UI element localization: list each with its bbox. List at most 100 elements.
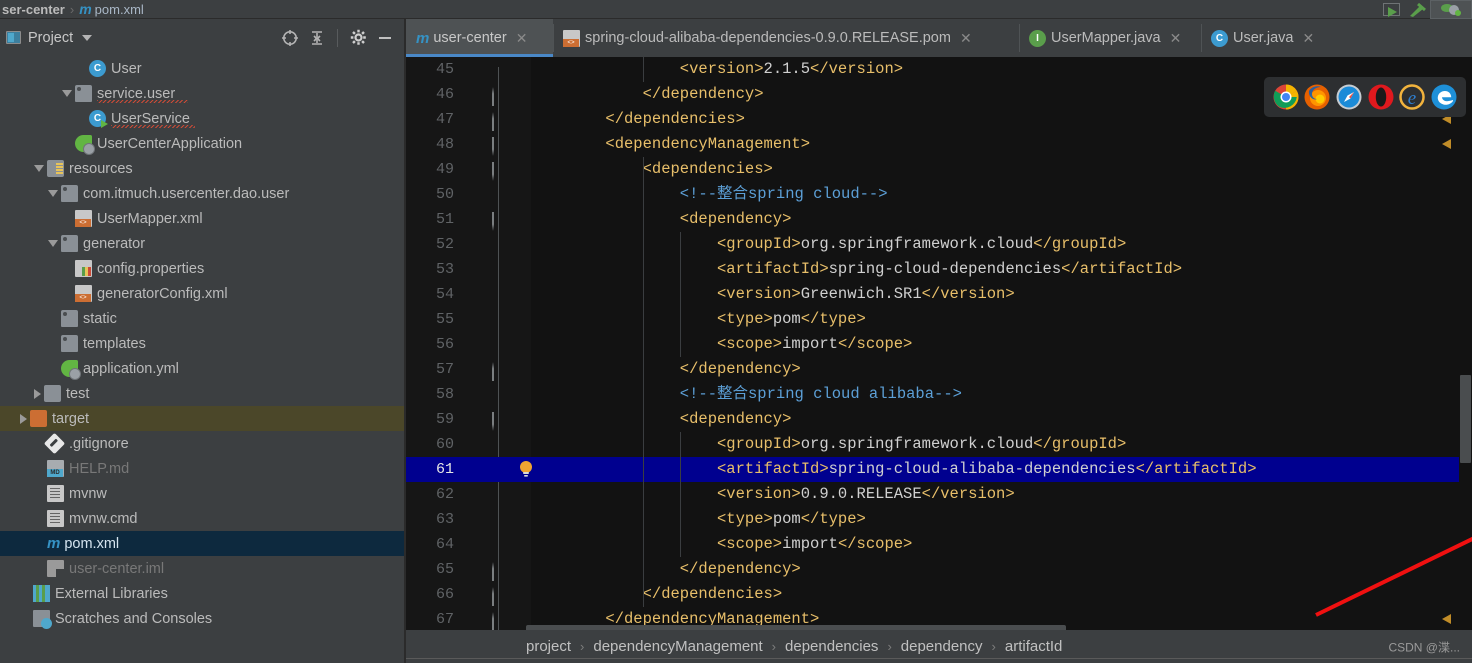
run-icon[interactable] <box>1378 0 1404 19</box>
intention-bulb-icon[interactable] <box>518 460 534 478</box>
tree-item-resources[interactable]: resources <box>0 156 405 181</box>
fold-toggle-65[interactable] <box>492 562 506 581</box>
chevron-down-icon[interactable] <box>48 240 58 247</box>
code-line-51[interactable]: 51 <dependency> <box>406 207 1472 232</box>
code-line-57[interactable]: 57 </dependency> <box>406 357 1472 382</box>
tree-item-mvnw-cmd[interactable]: mvnw.cmd <box>0 506 405 531</box>
chevron-right-icon[interactable] <box>34 388 41 399</box>
markdown-file-icon <box>47 460 64 477</box>
tree-item-help-md[interactable]: HELP.md <box>0 456 405 481</box>
tree-item-scratches-and-consoles[interactable]: Scratches and Consoles <box>0 606 405 631</box>
fold-toggle-51[interactable] <box>492 212 506 231</box>
editor-tab-usermapper-java[interactable]: I UserMapper.java ✕ <box>1019 19 1201 57</box>
minimize-icon[interactable] <box>373 26 397 50</box>
breadcrumb-item-dependencymanagement[interactable]: dependencyManagement <box>593 638 762 655</box>
breadcrumb-item-dependency[interactable]: dependency <box>901 638 983 655</box>
safari-icon[interactable] <box>1336 84 1362 110</box>
code-line-60[interactable]: 60 <groupId>org.springframework.cloud</gr… <box>406 432 1472 457</box>
fold-toggle-66[interactable] <box>492 587 506 606</box>
close-icon[interactable]: ✕ <box>960 31 972 45</box>
code-line-59[interactable]: 59 <dependency> <box>406 407 1472 432</box>
breadcrumb-item-project[interactable]: project <box>526 638 571 655</box>
line-number: 54 <box>435 286 454 303</box>
breadcrumb-item-artifactid[interactable]: artifactId <box>1005 638 1063 655</box>
tree-item-service-user[interactable]: service.user <box>0 81 405 106</box>
breadcrumb-item-dependencies[interactable]: dependencies <box>785 638 878 655</box>
tree-item-config-properties[interactable]: config.properties <box>0 256 405 281</box>
code-line-49[interactable]: 49 <dependencies> <box>406 157 1472 182</box>
chrome-icon[interactable] <box>1273 84 1299 110</box>
fold-toggle-57[interactable] <box>492 362 506 381</box>
tree-item-user[interactable]: C User <box>0 56 405 81</box>
code-editor[interactable]: 45 <version>2.1.5</version> 46 </dependency… <box>406 57 1472 630</box>
code-line-52[interactable]: 52 <groupId>org.springframework.cloud</gr… <box>406 232 1472 257</box>
tree-item-static[interactable]: static <box>0 306 405 331</box>
tree-item-templates[interactable]: templates <box>0 331 405 356</box>
tree-item-external-libraries[interactable]: External Libraries <box>0 581 405 606</box>
tree-item-generatorconfig-xml[interactable]: generatorConfig.xml <box>0 281 405 306</box>
code-line-55[interactable]: 55 <type>pom</type> <box>406 307 1472 332</box>
package-icon <box>61 310 78 327</box>
code-text: </dependency> <box>642 85 764 103</box>
code-line-54[interactable]: 54 <version>Greenwich.SR1</version> <box>406 282 1472 307</box>
editor-scroll-thumb[interactable] <box>1460 375 1471 463</box>
tree-item-pom-xml[interactable]: m pom.xml <box>0 531 405 556</box>
tree-item-gitignore[interactable]: .gitignore <box>0 431 405 456</box>
chevron-down-icon[interactable] <box>82 34 93 41</box>
package-icon <box>61 185 78 202</box>
editor-tab-user-center[interactable]: m user-center ✕ <box>406 19 553 57</box>
fold-toggle-47[interactable] <box>492 112 506 131</box>
code-line-53[interactable]: 53 <artifactId>spring-cloud-dependencies<… <box>406 257 1472 282</box>
close-icon[interactable]: ✕ <box>1170 31 1182 45</box>
fold-toggle-46[interactable] <box>492 87 506 106</box>
editor-tab-user-java[interactable]: C User.java ✕ <box>1201 19 1325 57</box>
target-folder-icon <box>30 410 47 427</box>
tree-item-mvnw[interactable]: mvnw <box>0 481 405 506</box>
fold-toggle-49[interactable] <box>492 162 506 181</box>
tree-item-user-center-iml[interactable]: user-center.iml <box>0 556 405 581</box>
tree-item-test[interactable]: test <box>0 381 405 406</box>
tree-item-target[interactable]: target <box>0 406 405 431</box>
tree-item-com-itmuch-usercenter-dao-user[interactable]: com.itmuch.usercenter.dao.user <box>0 181 405 206</box>
tree-item-usermapper-xml[interactable]: UserMapper.xml <box>0 206 405 231</box>
gear-icon[interactable] <box>346 26 370 50</box>
code-line-61[interactable]: 61 <artifactId>spring-cloud-alibaba-depen… <box>406 457 1472 482</box>
code-line-48[interactable]: 48 <dependencyManagement> <box>406 132 1472 157</box>
fold-toggle-48[interactable] <box>492 137 506 156</box>
editor-tab-label: User.java <box>1233 30 1294 46</box>
close-icon[interactable]: ✕ <box>516 31 528 45</box>
fold-toggle-59[interactable] <box>492 412 506 431</box>
locate-icon[interactable] <box>278 26 302 50</box>
breadcrumb-separator: › <box>580 639 585 654</box>
editor-tab-bar[interactable]: muser-center ✕ spring-cloud-alibaba-depend… <box>406 19 1472 57</box>
code-text: <artifactId>spring-cloud-dependencies</a… <box>717 260 1183 278</box>
tree-item-generator[interactable]: generator <box>0 231 405 256</box>
chevron-down-icon[interactable] <box>34 165 44 172</box>
tree-item-label: UserMapper.xml <box>97 210 203 227</box>
opera-icon[interactable] <box>1368 84 1394 110</box>
collapse-all-icon[interactable] <box>305 26 329 50</box>
tree-item-application-yml[interactable]: application.yml <box>0 356 405 381</box>
code-line-58[interactable]: 58 <!--整合spring cloud alibaba--> <box>406 382 1472 407</box>
code-line-50[interactable]: 50 <!--整合spring cloud--> <box>406 182 1472 207</box>
project-tree[interactable]: C User service.user C UserService UserCenterA… <box>0 56 405 663</box>
edge-icon[interactable] <box>1431 84 1457 110</box>
tree-item-usercenterapplication[interactable]: UserCenterApplication <box>0 131 405 156</box>
firefox-icon[interactable] <box>1304 84 1330 110</box>
chevron-down-icon[interactable] <box>48 190 58 197</box>
fold-toggle-67[interactable] <box>492 612 506 630</box>
line-number: 45 <box>435 61 454 78</box>
tree-item-userservice[interactable]: C UserService <box>0 106 405 131</box>
close-icon[interactable]: ✕ <box>1302 31 1314 45</box>
maven-file-icon: m <box>79 1 91 17</box>
maven-icon[interactable] <box>1430 0 1472 19</box>
editor-tab-label: UserMapper.java <box>1051 30 1161 46</box>
chevron-down-icon[interactable] <box>62 90 72 97</box>
editor-tab-spring-cloud-alibaba-dependencies-0-9-0-release-pom[interactable]: spring-cloud-alibaba-dependencies-0.9.0.… <box>553 19 1019 57</box>
code-line-56[interactable]: 56 <scope>import</scope> <box>406 332 1472 357</box>
chevron-right-icon[interactable] <box>20 413 27 424</box>
code-text: <!--整合spring cloud alibaba--> <box>679 385 962 403</box>
browser-launch-popup[interactable]: e <box>1264 77 1466 117</box>
hammer-icon[interactable] <box>1404 0 1430 19</box>
internet-explorer-icon[interactable]: e <box>1399 84 1426 110</box>
